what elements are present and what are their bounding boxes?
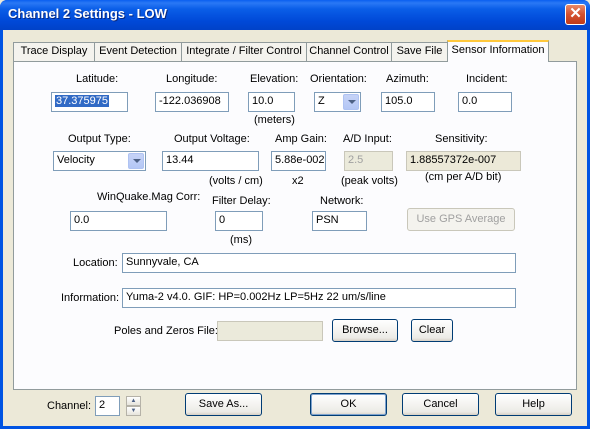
tab-sensor-information[interactable]: Sensor Information <box>447 40 549 62</box>
information-label: Information: <box>61 292 120 304</box>
settings-dialog: Channel 2 Settings - LOW ✕ Trace Display… <box>0 0 590 429</box>
output-type-label: Output Type: <box>68 133 131 145</box>
longitude-label: Longitude: <box>166 73 218 85</box>
ok-button[interactable]: OK <box>310 393 387 416</box>
poles-zeros-label: Poles and Zeros File: <box>114 325 218 337</box>
winquake-mag-corr-input[interactable]: 0.0 <box>70 211 167 231</box>
browse-button[interactable]: Browse... <box>332 319 398 342</box>
filter-delay-unit: (ms) <box>230 234 252 246</box>
longitude-input[interactable]: -122.036908 <box>155 92 229 112</box>
latitude-value: 37.375975 <box>55 95 109 107</box>
elevation-label: Elevation: <box>250 73 299 85</box>
use-gps-average-button: Use GPS Average <box>407 208 515 231</box>
chevron-down-icon[interactable] <box>343 94 359 110</box>
sensor-information-panel: Latitude: Longitude: Elevation: Orientat… <box>13 61 577 390</box>
filter-delay-label: Filter Delay: <box>212 195 271 207</box>
sensitivity-label: Sensitivity: <box>435 133 488 145</box>
channel-spinner[interactable]: ▲ ▼ <box>126 396 141 416</box>
winquake-mag-corr-label: WinQuake.Mag Corr: <box>97 191 201 203</box>
cancel-button[interactable]: Cancel <box>402 393 479 416</box>
tab-trace-display[interactable]: Trace Display <box>13 42 95 61</box>
dialog-client: Trace Display Event Detection Integrate … <box>3 30 587 426</box>
information-input[interactable]: Yuma-2 v4.0. GIF: HP=0.002Hz LP=5Hz 22 u… <box>122 288 516 308</box>
channel-input[interactable]: 2 <box>95 396 120 416</box>
output-type-value: Velocity <box>57 154 95 166</box>
output-type-select[interactable]: Velocity <box>53 151 146 171</box>
orientation-label: Orientation: <box>310 73 367 85</box>
latitude-label: Latitude: <box>76 73 119 85</box>
amp-gain-label: Amp Gain: <box>275 133 327 145</box>
close-icon[interactable]: ✕ <box>565 4 586 25</box>
save-as-button[interactable]: Save As... <box>185 393 262 416</box>
elevation-unit: (meters) <box>254 114 295 126</box>
amp-gain-unit: x2 <box>292 175 304 187</box>
tab-integrate-filter-control[interactable]: Integrate / Filter Control <box>181 42 307 61</box>
orientation-value: Z <box>318 95 325 107</box>
spin-down-icon[interactable]: ▼ <box>126 406 141 416</box>
spin-up-icon[interactable]: ▲ <box>126 396 141 406</box>
incident-input[interactable]: 0.0 <box>458 92 512 112</box>
clear-button[interactable]: Clear <box>411 319 453 342</box>
orientation-select[interactable]: Z <box>314 92 361 112</box>
incident-label: Incident: <box>466 73 508 85</box>
azimuth-input[interactable]: 105.0 <box>381 92 435 112</box>
elevation-input[interactable]: 10.0 <box>248 92 295 112</box>
ad-input-label: A/D Input: <box>343 133 392 145</box>
latitude-input[interactable]: 37.375975 <box>51 92 128 112</box>
network-input[interactable]: PSN <box>312 211 367 231</box>
location-input[interactable]: Sunnyvale, CA <box>122 253 516 273</box>
amp-gain-input[interactable]: 5.88e-002 <box>271 151 326 171</box>
ad-input-field: 2.5 <box>344 151 393 171</box>
help-button[interactable]: Help <box>495 393 572 416</box>
ad-input-unit: (peak volts) <box>341 175 398 187</box>
channel-label: Channel: <box>47 400 92 412</box>
tab-save-file[interactable]: Save File <box>391 42 448 61</box>
tab-event-detection[interactable]: Event Detection <box>94 42 182 61</box>
sensitivity-unit: (cm per A/D bit) <box>425 171 502 183</box>
sensitivity-value: 1.88557372e-007 <box>406 151 521 171</box>
output-voltage-unit: (volts / cm) <box>209 175 263 187</box>
network-label: Network: <box>320 195 364 207</box>
chevron-down-icon[interactable] <box>128 153 144 169</box>
filter-delay-input[interactable]: 0 <box>215 211 263 231</box>
output-voltage-input[interactable]: 13.44 <box>162 151 259 171</box>
location-label: Location: <box>73 257 118 269</box>
window-title: Channel 2 Settings - LOW <box>8 6 167 21</box>
title-bar[interactable]: Channel 2 Settings - LOW ✕ <box>0 0 590 30</box>
poles-zeros-input <box>217 321 323 341</box>
azimuth-label: Azimuth: <box>386 73 429 85</box>
tab-channel-control[interactable]: Channel Control <box>306 42 392 61</box>
output-voltage-label: Output Voltage: <box>174 133 250 145</box>
